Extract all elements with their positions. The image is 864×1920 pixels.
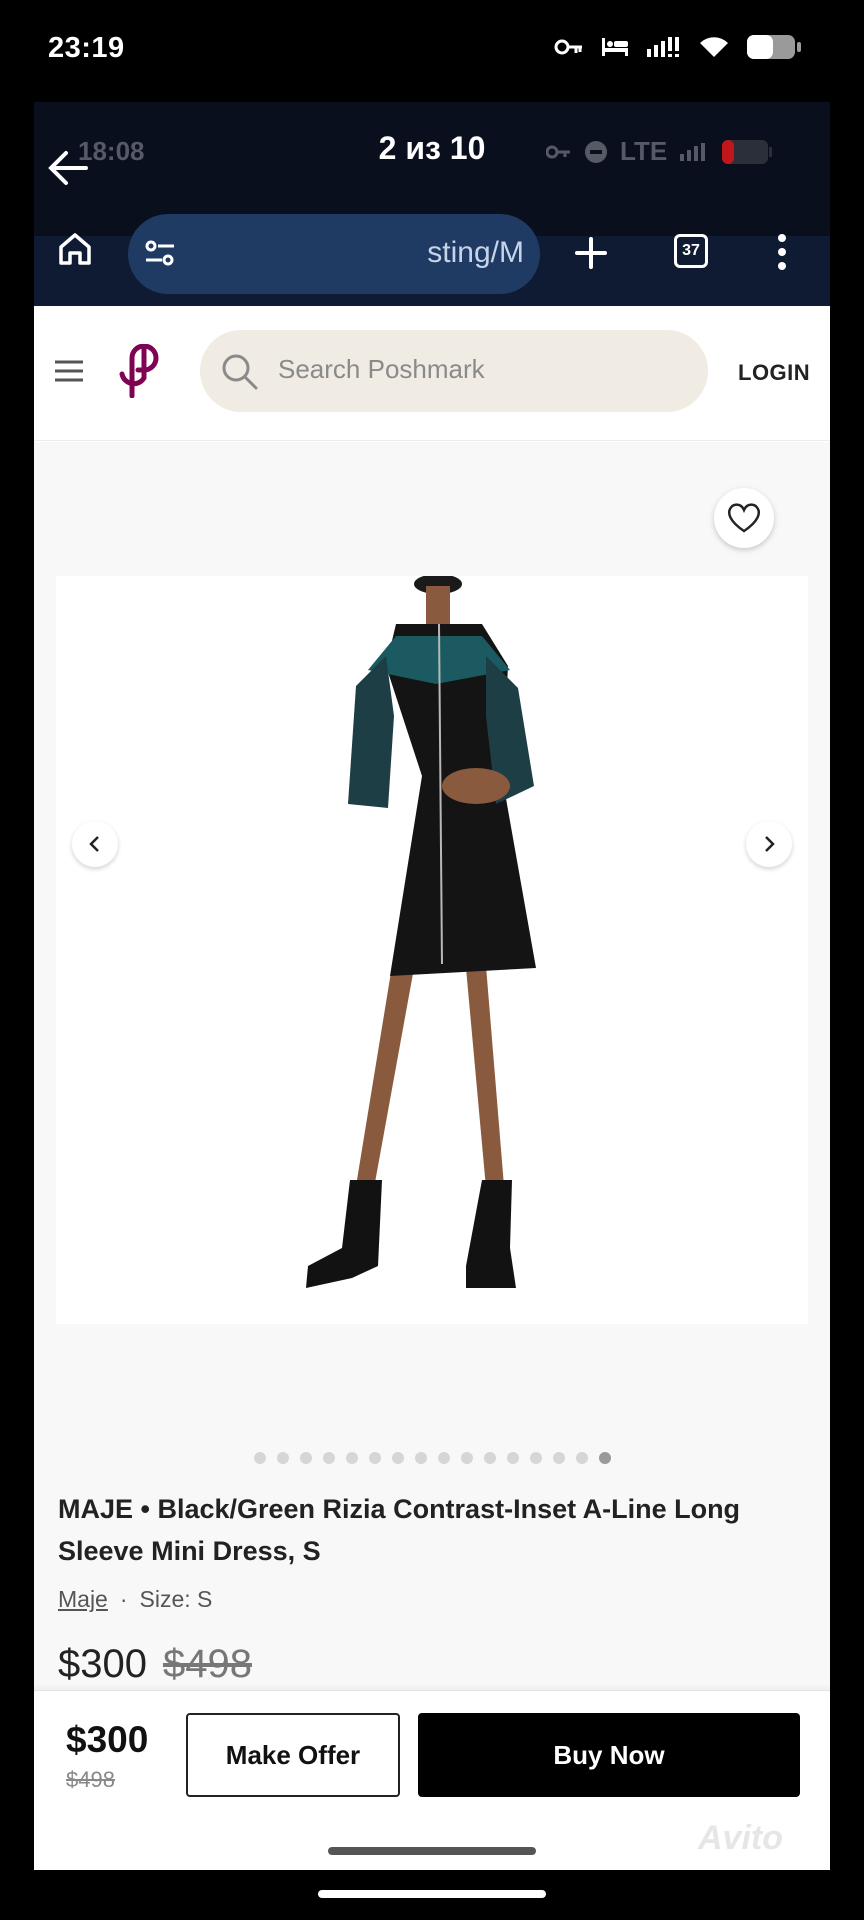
size-label: Size: S [139,1586,213,1612]
search-icon [222,354,258,390]
new-tab-plus-icon[interactable] [574,236,608,270]
pagination-dot[interactable] [598,1452,611,1464]
battery-icon [747,35,801,59]
like-button[interactable] [714,488,774,548]
site-settings-icon[interactable] [144,238,176,268]
bed-icon [602,38,628,56]
photo-gallery [34,442,830,1488]
image-viewer: 18:08 2 из 10 LTE sting/M 37 Search Posh… [34,102,830,1870]
bar-original-price: $498 [66,1767,115,1792]
pagination-dot[interactable] [552,1452,565,1464]
listing-original-price: $498 [162,1642,252,1686]
wifi-icon [700,37,728,57]
signal-icon [647,37,679,57]
pagination-dot[interactable] [299,1452,312,1464]
battery-low-icon [722,139,773,164]
more-menu-icon[interactable] [776,232,788,272]
key-icon [554,39,582,55]
listing-title: MAJE • Black/Green Rizia Contrast-Inset … [58,1494,741,1566]
price-line: $300 $498 [58,1642,252,1687]
signal-icon [680,142,706,161]
pagination-dot[interactable] [529,1452,542,1464]
heart-icon [727,503,761,533]
chevron-left-icon [89,836,99,852]
photo-pagination-dots [34,1452,830,1464]
bar-price: $300 [66,1719,149,1760]
url-text: sting/M [427,236,524,269]
meta-separator: · [119,1586,128,1612]
web-page: Search Poshmark LOGIN MAJE • Black/Green… [34,306,830,1870]
poshmark-logo-icon[interactable] [118,344,162,398]
pagination-dot[interactable] [368,1452,381,1464]
sticky-purchase-bar: $300 $498 Make Offer Buy Now Avito [34,1690,830,1870]
pagination-dot[interactable] [460,1452,473,1464]
address-bar[interactable]: sting/M [128,214,540,294]
listing-price: $300 [58,1642,147,1686]
make-offer-button[interactable]: Make Offer [186,1713,400,1797]
chevron-right-icon [765,836,775,852]
inner-home-indicator [328,1847,536,1855]
listing-meta: Maje · Size: S [58,1586,212,1613]
pagination-dot[interactable] [483,1452,496,1464]
next-photo-button[interactable] [746,821,792,867]
model-in-dress-illustration [56,574,808,1324]
status-time: 23:19 [48,32,125,64]
pagination-dot[interactable] [414,1452,427,1464]
hamburger-menu-icon[interactable] [54,360,84,382]
pagination-dot[interactable] [437,1452,450,1464]
pagination-dot[interactable] [345,1452,358,1464]
inner-status-icons: LTE [546,136,773,167]
pagination-dot[interactable] [506,1452,519,1464]
do-not-disturb-icon [585,140,607,163]
product-photo[interactable] [56,574,808,1324]
status-icons [554,34,802,60]
search-placeholder: Search Poshmark [278,354,485,384]
pagination-dot[interactable] [253,1452,266,1464]
brand-link[interactable]: Maje [58,1586,108,1613]
buy-now-button[interactable]: Buy Now [418,1713,800,1797]
home-icon[interactable] [56,230,94,268]
avito-watermark: Avito [698,1819,783,1857]
network-type: LTE [620,136,668,166]
pagination-dot[interactable] [391,1452,404,1464]
pagination-dot[interactable] [322,1452,335,1464]
home-indicator[interactable] [318,1890,546,1898]
tab-switcher-button[interactable]: 37 [674,234,708,268]
previous-photo-button[interactable] [72,821,118,867]
login-link[interactable]: LOGIN [738,360,810,386]
pagination-dot[interactable] [276,1452,289,1464]
key-icon [546,145,570,158]
search-input[interactable]: Search Poshmark [200,330,708,412]
pagination-dot[interactable] [575,1452,588,1464]
site-header: Search Poshmark LOGIN [34,306,830,441]
